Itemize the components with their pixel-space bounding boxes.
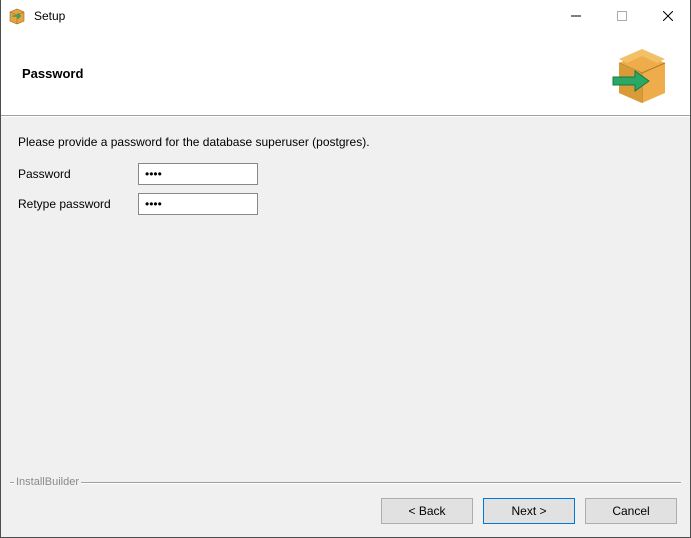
content-area: Please provide a password for the databa… [0,116,691,474]
maximize-button [599,0,645,32]
titlebar: Setup [0,0,691,32]
button-row: < Back Next > Cancel [381,498,677,524]
back-button[interactable]: < Back [381,498,473,524]
page-header: Password [0,32,691,116]
retype-password-row: Retype password [18,193,673,215]
next-button[interactable]: Next > [483,498,575,524]
close-button[interactable] [645,0,691,32]
footer: InstallBuilder < Back Next > Cancel [0,474,691,538]
window-controls [553,0,691,32]
box-arrow-icon [609,41,675,107]
password-input[interactable] [138,163,258,185]
minimize-button[interactable] [553,0,599,32]
app-icon [8,7,26,25]
retype-password-input[interactable] [138,193,258,215]
password-label: Password [18,167,138,181]
password-row: Password [18,163,673,185]
installbuilder-brand: InstallBuilder [14,476,81,488]
retype-password-label: Retype password [18,197,138,211]
page-title: Password [22,66,83,81]
window-title: Setup [34,9,553,23]
divider [10,482,681,484]
cancel-button[interactable]: Cancel [585,498,677,524]
instruction-text: Please provide a password for the databa… [18,135,673,149]
